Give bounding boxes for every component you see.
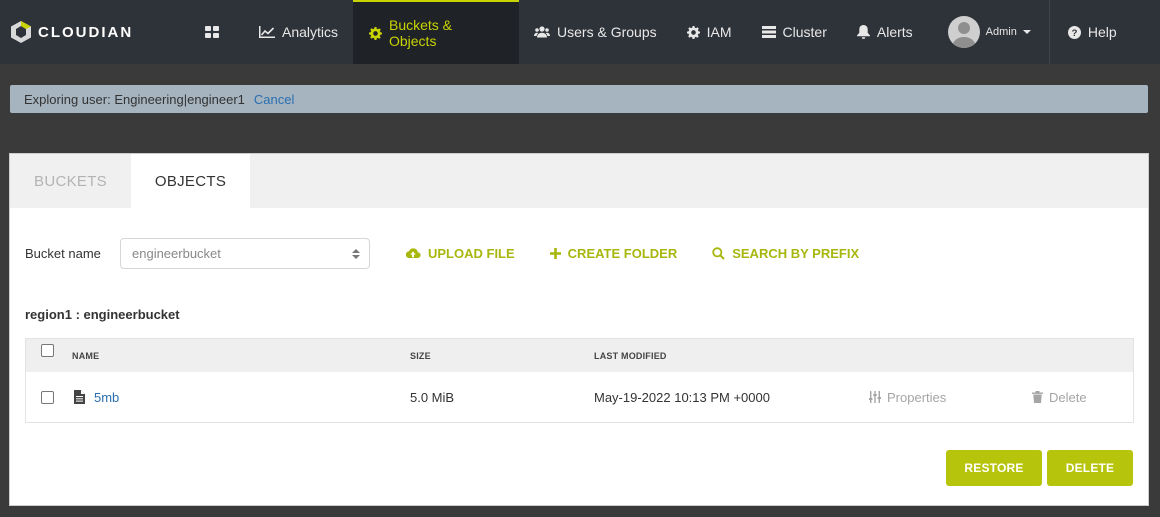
nav-cluster[interactable]: Cluster bbox=[747, 0, 842, 64]
user-silhouette-icon bbox=[951, 22, 976, 48]
brand-logo[interactable]: CLOUDIAN bbox=[0, 0, 180, 64]
nav-dashboard[interactable] bbox=[180, 0, 244, 64]
object-name-link[interactable]: 5mb bbox=[94, 390, 119, 405]
select-all-checkbox[interactable] bbox=[41, 344, 54, 357]
objects-table: NAME SIZE LAST MODIFIED 5mb 5.0 MiB May-… bbox=[25, 338, 1134, 423]
brand-name: CLOUDIAN bbox=[38, 23, 134, 41]
object-delete-button[interactable]: Delete bbox=[1032, 372, 1087, 422]
buckets-objects-panel: BUCKETS OBJECTS Bucket name engineerbuck… bbox=[9, 153, 1149, 506]
nav-help[interactable]: ? Help bbox=[1050, 0, 1135, 64]
object-properties-label: Properties bbox=[887, 389, 947, 405]
nav-analytics[interactable]: Analytics bbox=[244, 0, 353, 64]
header-last-modified[interactable]: LAST MODIFIED bbox=[594, 339, 667, 372]
object-properties-button[interactable]: Properties bbox=[869, 372, 946, 422]
cancel-explore-link[interactable]: Cancel bbox=[254, 92, 294, 107]
nav-help-label: Help bbox=[1087, 24, 1117, 40]
line-chart-icon bbox=[259, 26, 275, 38]
restore-button[interactable]: RESTORE bbox=[946, 450, 1042, 486]
cloud-upload-icon bbox=[405, 248, 421, 259]
search-icon bbox=[712, 247, 725, 260]
user-name: Admin bbox=[985, 26, 1017, 38]
delete-button[interactable]: DELETE bbox=[1047, 450, 1133, 486]
header-name[interactable]: NAME bbox=[72, 339, 99, 372]
search-by-prefix-button[interactable]: SEARCH BY PREFIX bbox=[712, 246, 859, 261]
object-size: 5.0 MiB bbox=[410, 389, 455, 405]
nav-users-groups[interactable]: Users & Groups bbox=[519, 0, 672, 64]
create-folder-button[interactable]: CREATE FOLDER bbox=[549, 246, 678, 261]
row-checkbox[interactable] bbox=[41, 390, 54, 404]
trash-icon bbox=[1032, 391, 1043, 403]
upload-file-label: UPLOAD FILE bbox=[428, 246, 515, 261]
nav-buckets-objects-label: Buckets & Objects bbox=[388, 17, 453, 49]
tab-buckets[interactable]: BUCKETS bbox=[10, 154, 131, 208]
plus-icon bbox=[549, 248, 561, 259]
top-navbar: CLOUDIAN Analytics Buckets & Objects Use… bbox=[0, 0, 1160, 64]
upload-file-button[interactable]: UPLOAD FILE bbox=[405, 246, 515, 261]
create-folder-label: CREATE FOLDER bbox=[567, 246, 678, 261]
nav-iam[interactable]: IAM bbox=[672, 0, 747, 64]
question-circle-icon: ? bbox=[1067, 25, 1081, 39]
objects-toolbar: Bucket name engineerbucket UPLOAD FILE C… bbox=[25, 238, 859, 269]
cloudian-logo-icon bbox=[11, 21, 31, 43]
chevron-down-icon bbox=[1022, 30, 1031, 34]
sliders-icon bbox=[869, 391, 881, 403]
select-arrows-icon bbox=[352, 248, 360, 259]
tab-objects[interactable]: OBJECTS bbox=[131, 154, 250, 208]
gear-icon bbox=[369, 26, 382, 40]
table-header: NAME SIZE LAST MODIFIED bbox=[26, 339, 1133, 372]
header-size[interactable]: SIZE bbox=[410, 339, 431, 372]
file-icon bbox=[74, 390, 85, 404]
user-menu[interactable]: Admin bbox=[943, 0, 1049, 64]
gear-icon bbox=[686, 25, 700, 39]
object-delete-label: Delete bbox=[1049, 389, 1087, 405]
dashboard-grid-icon bbox=[205, 26, 219, 38]
avatar bbox=[947, 16, 980, 48]
nav-users-groups-label: Users & Groups bbox=[557, 24, 657, 40]
nav-analytics-label: Analytics bbox=[282, 24, 339, 40]
nav-cluster-label: Cluster bbox=[782, 24, 827, 40]
nav-alerts[interactable]: Alerts bbox=[842, 0, 943, 64]
bucket-name-select[interactable]: engineerbucket bbox=[120, 238, 370, 269]
bucket-name-label: Bucket name bbox=[25, 246, 101, 261]
bell-icon bbox=[856, 25, 870, 39]
users-icon bbox=[534, 26, 551, 38]
server-icon bbox=[761, 26, 776, 38]
explore-user-text: Exploring user: Engineering|engineer1 bbox=[24, 91, 245, 107]
bucket-name-value: engineerbucket bbox=[132, 246, 221, 261]
nav-buckets-objects[interactable]: Buckets & Objects bbox=[353, 0, 520, 64]
region-bucket-heading: region1 : engineerbucket bbox=[25, 307, 180, 322]
nav-alerts-label: Alerts bbox=[876, 24, 913, 40]
explore-user-bar: Exploring user: Engineering|engineer1 Ca… bbox=[10, 85, 1148, 113]
table-row: 5mb 5.0 MiB May-19-2022 10:13 PM +0000 P… bbox=[26, 372, 1133, 422]
tab-bar: BUCKETS OBJECTS bbox=[10, 154, 1148, 208]
svg-text:?: ? bbox=[1071, 28, 1077, 39]
object-last-modified: May-19-2022 10:13 PM +0000 bbox=[594, 389, 770, 405]
nav-iam-label: IAM bbox=[706, 24, 732, 40]
search-by-prefix-label: SEARCH BY PREFIX bbox=[732, 246, 860, 261]
